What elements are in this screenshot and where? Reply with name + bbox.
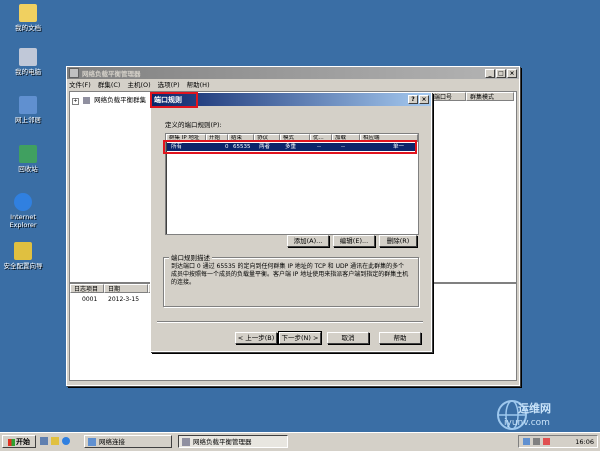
desktop-icon-security-wizard[interactable]: 安全配置向导: [0, 242, 46, 270]
minimize-button[interactable]: _: [485, 68, 495, 78]
col-header-log-entry[interactable]: 日志项目: [70, 284, 104, 293]
ie-icon: [14, 193, 32, 211]
security-icon[interactable]: [543, 438, 550, 445]
window-titlebar: 网络负载平衡管理器 _ □ ×: [67, 67, 519, 79]
help-button[interactable]: 帮助: [379, 332, 421, 344]
desktop-icon-my-documents[interactable]: 我的文档: [4, 4, 52, 32]
desktop-icon-recycle-bin[interactable]: 回收站: [4, 145, 52, 173]
tray-icons: [523, 438, 553, 446]
defined-rules-label: 定义的端口规则(P):: [165, 121, 222, 129]
folder-icon: [19, 4, 37, 22]
icon-label: Internet Explorer: [9, 213, 37, 229]
windows-logo-icon: [8, 438, 15, 446]
network-icon: [19, 96, 37, 114]
menu-cluster[interactable]: 群集(C): [98, 79, 121, 89]
nlb-icon: [182, 438, 190, 446]
dialog-help-button[interactable]: ?: [408, 95, 418, 104]
tree-root-label: 网络负载平衡群集: [94, 96, 147, 104]
footer-divider: [157, 321, 423, 323]
task-network-connections[interactable]: 网络连接: [84, 435, 172, 448]
next-button[interactable]: 下一步(N) >: [278, 331, 322, 345]
close-button[interactable]: ×: [507, 68, 517, 78]
show-desktop-icon[interactable]: [40, 437, 48, 445]
start-button[interactable]: 开始: [2, 435, 36, 448]
icon-label: 我的电脑: [15, 68, 41, 76]
add-button[interactable]: 添加(A)...: [287, 235, 329, 247]
tree-pane[interactable]: + 网络负载平衡群集: [69, 91, 153, 283]
volume-icon[interactable]: [533, 438, 540, 445]
task-label: 网络连接: [99, 438, 125, 446]
computer-icon: [19, 48, 37, 66]
row-highlight-box: [163, 140, 417, 154]
edit-button[interactable]: 编辑(E)...: [333, 235, 375, 247]
network-tray-icon[interactable]: [523, 438, 530, 445]
watermark-logo: 运维网 iyunv.com: [492, 398, 592, 432]
app-icon: [69, 68, 79, 78]
menu-bar: 文件(F) 群集(C) 主机(O) 选项(P) 帮助(H): [67, 79, 519, 89]
network-icon: [88, 438, 96, 446]
log-entry: 0001: [82, 296, 98, 303]
menu-file[interactable]: 文件(F): [69, 79, 91, 89]
clock[interactable]: 16:06: [575, 438, 594, 446]
remove-button[interactable]: 删除(R): [379, 235, 417, 247]
maximize-button[interactable]: □: [496, 68, 506, 78]
col-header-cluster-mode[interactable]: 群集模式: [466, 92, 514, 101]
log-row[interactable]: 0001 2012-3-15 1: [70, 296, 160, 304]
start-label: 开始: [16, 438, 30, 446]
icon-label: 我的文档: [15, 24, 41, 32]
back-button[interactable]: < 上一步(B): [235, 332, 277, 344]
rule-description-label: 端口规则描述: [169, 252, 212, 262]
rule-description-text: 到达端口 0 通过 65535 的定向到任何群集 IP 地址的 TCP 和 UD…: [171, 263, 409, 286]
icon-label: 网上邻居: [15, 116, 41, 124]
icon-label: 安全配置向导: [3, 262, 43, 270]
menu-options[interactable]: 选项(P): [158, 79, 180, 89]
task-nlb-manager[interactable]: 网络负载平衡管理器: [178, 435, 288, 448]
system-tray: 16:06: [518, 435, 598, 448]
col-header-port[interactable]: 端口号: [430, 92, 466, 101]
port-rules-dialog: 端口规则 ? × 定义的端口规则(P): 群集 IP 地址 开始 结束 协议 模…: [150, 92, 432, 352]
expand-icon[interactable]: +: [72, 98, 79, 105]
window-title: 网络负载平衡管理器: [82, 70, 141, 78]
cluster-icon: [83, 96, 91, 104]
quick-launch: [40, 437, 80, 447]
dialog-close-button[interactable]: ×: [419, 95, 429, 104]
menu-host[interactable]: 主机(O): [127, 79, 150, 89]
desktop-icon-network[interactable]: 网上邻居: [4, 96, 52, 124]
col-header-date[interactable]: 日期: [104, 284, 148, 293]
taskbar: 开始 网络连接 网络负载平衡管理器 16:06: [0, 432, 600, 451]
recycle-bin-icon: [19, 145, 37, 163]
tree-root[interactable]: + 网络负载平衡群集: [72, 94, 146, 105]
title-highlight-box: [150, 92, 198, 108]
icon-label: 回收站: [18, 165, 38, 173]
desktop-icon-ie[interactable]: Internet Explorer: [0, 193, 46, 229]
task-label: 网络负载平衡管理器: [193, 438, 252, 446]
wizard-icon: [14, 242, 32, 260]
cancel-button[interactable]: 取消: [327, 332, 369, 344]
log-date: 2012-3-15: [108, 296, 140, 303]
watermark-url: iyunv.com: [504, 418, 550, 428]
menu-help[interactable]: 帮助(H): [187, 79, 210, 89]
watermark-text: 运维网: [518, 402, 551, 415]
explorer-icon[interactable]: [51, 437, 59, 445]
ie-quick-icon[interactable]: [62, 437, 70, 445]
desktop-icon-my-computer[interactable]: 我的电脑: [4, 48, 52, 76]
